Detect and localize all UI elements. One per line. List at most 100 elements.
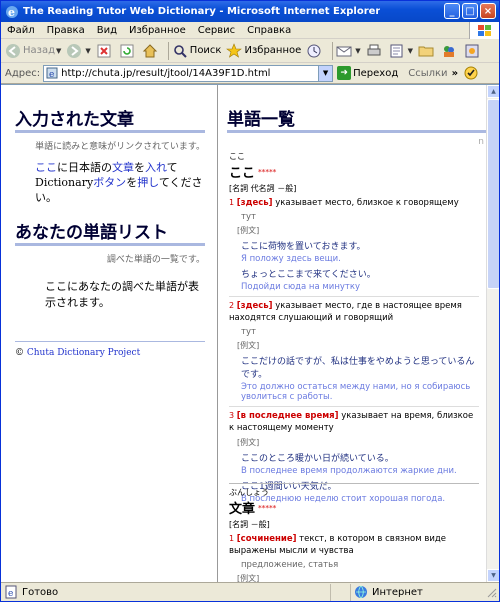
page-content: 入力された文章 単語に読みと意味がリンクされています。 ここに日本語の文章を入れ… xyxy=(1,84,499,582)
history-button[interactable] xyxy=(306,43,324,59)
right-frame: 単語一覧 n ここ ここ ***** [名詞 代名詞 －般] 1 [здесь] … xyxy=(219,85,486,582)
page-done-icon: e xyxy=(5,585,17,599)
search-icon xyxy=(173,44,187,58)
menu-favorites[interactable]: Избранное xyxy=(123,25,192,36)
input-heading: 入力された文章 xyxy=(15,105,205,133)
norton-icon[interactable] xyxy=(464,66,478,80)
example-translation: В последнее время продолжаются жаркие дн… xyxy=(241,466,457,476)
synonym: тут xyxy=(241,212,256,222)
zone-text: Интернет xyxy=(372,586,423,598)
example-ja: ここに荷物を置いておきます。 xyxy=(241,242,366,252)
back-label: Назад xyxy=(23,45,56,56)
status-text-cell: e Готово xyxy=(1,583,331,601)
status-empty-cell xyxy=(331,583,351,601)
window-title: The Reading Tutor Web Dictionary - Micro… xyxy=(23,6,381,17)
menu-help[interactable]: Справка xyxy=(241,25,297,36)
links-toolbar[interactable]: Ссылки xyxy=(408,68,447,79)
print-button[interactable] xyxy=(366,43,384,59)
back-button[interactable]: Назад ▼ xyxy=(5,43,61,59)
resize-grip-icon[interactable] xyxy=(485,586,497,598)
browser-window: e The Reading Tutor Web Dictionary - Mic… xyxy=(0,0,500,602)
toolbar-separator xyxy=(167,41,169,60)
sense: 1 [сочинение] текст, в котором в связном… xyxy=(229,534,446,556)
dictionary-entry-koko: ここ ここ ***** [名詞 代名詞 －般] 1 [здесь] указыва… xyxy=(229,151,479,504)
mail-button[interactable]: ▼ xyxy=(336,43,361,59)
example-translation: Я положу здесь вещи. xyxy=(241,254,341,264)
title-bar: e The Reading Tutor Web Dictionary - Mic… xyxy=(1,1,499,22)
entry-word: ここ ***** xyxy=(229,166,277,181)
research-button[interactable] xyxy=(464,43,482,59)
printer-icon xyxy=(367,44,381,55)
home-button[interactable] xyxy=(142,43,160,59)
favorites-label: Избранное xyxy=(244,45,302,56)
refresh-button[interactable] xyxy=(119,43,137,59)
example-label: [例文] xyxy=(237,574,260,582)
svg-text:e: e xyxy=(8,6,15,19)
sense: 3 [в последнее время] указывает на время… xyxy=(229,411,474,433)
search-button[interactable]: Поиск xyxy=(172,43,222,59)
frequency-stars: ***** xyxy=(258,503,277,512)
toolbar: Назад ▼ ▼ Поиск Избранное ▼ ▼ xyxy=(1,39,499,63)
messenger-button[interactable] xyxy=(441,43,459,59)
forward-button[interactable]: ▼ xyxy=(66,43,91,59)
chuta-project-link[interactable]: Chuta Dictionary Project xyxy=(27,348,140,358)
forward-arrow-icon xyxy=(67,43,82,58)
go-arrow-icon: ➜ xyxy=(337,66,352,80)
star-icon xyxy=(226,42,243,58)
word-list-heading: あなたの単語リスト xyxy=(15,218,205,246)
word-link[interactable]: 入れ xyxy=(145,161,167,174)
close-button[interactable]: × xyxy=(480,3,496,19)
word-link[interactable]: 文章 xyxy=(112,161,134,174)
entry-reading: ぶんしょう xyxy=(229,488,269,497)
vertical-scrollbar[interactable]: ▲ ▼ xyxy=(486,85,499,582)
menu-tools[interactable]: Сервис xyxy=(192,25,241,36)
entry-pos: [名詞 －般] xyxy=(229,520,270,529)
example-translation: Это должно остаться между нами, но я соб… xyxy=(241,382,471,402)
example-label: [例文] xyxy=(237,438,260,447)
history-icon xyxy=(307,44,321,57)
word-list-section: あなたの単語リスト 調べた単語の一覧です。 ここにあなたの調べた単語が表示されま… xyxy=(15,218,205,311)
input-section: 入力された文章 単語に読みと意味がリンクされています。 ここに日本語の文章を入れ… xyxy=(15,105,205,205)
menu-view[interactable]: Вид xyxy=(91,25,123,36)
synonym: предложение, статья xyxy=(241,560,339,570)
menu-bar: Файл Правка Вид Избранное Сервис Справка xyxy=(1,22,499,39)
zone-cell: Интернет xyxy=(351,584,471,601)
example-label: [例文] xyxy=(237,226,260,235)
stop-button[interactable] xyxy=(96,43,114,59)
address-dropdown[interactable]: ▼ xyxy=(318,65,333,81)
entry-reading: ここ xyxy=(229,152,245,161)
left-frame: 入力された文章 単語に読みと意味がリンクされています。 ここに日本語の文章を入れ… xyxy=(1,85,218,582)
search-label: Поиск xyxy=(189,45,222,56)
word-link[interactable]: ボタン xyxy=(93,176,126,189)
word-link[interactable]: 押し xyxy=(137,176,159,189)
more-chevron-icon[interactable]: » xyxy=(452,68,458,79)
address-input[interactable]: e http://chuta.jp/result/jtool/14A39F1D.… xyxy=(43,64,334,82)
word-list-title: 単語一覧 xyxy=(227,105,486,133)
go-button[interactable]: ➜ Переход xyxy=(337,66,398,80)
sense-divider xyxy=(229,406,479,407)
menu-file[interactable]: Файл xyxy=(1,25,41,36)
minimize-button[interactable]: _ xyxy=(444,3,460,19)
menu-edit[interactable]: Правка xyxy=(41,25,91,36)
scroll-up-button[interactable]: ▲ xyxy=(487,85,499,98)
back-arrow-icon xyxy=(6,43,20,58)
favorites-button[interactable]: Избранное xyxy=(226,42,302,59)
svg-text:e: e xyxy=(8,589,13,599)
synonym: тут xyxy=(241,327,256,337)
edit-button[interactable]: ▼ xyxy=(389,43,413,59)
input-text: ここに日本語の文章を入れて Dictionaryボタンを押してください。 xyxy=(35,161,203,204)
folder-icon xyxy=(418,46,434,56)
scroll-thumb[interactable] xyxy=(487,99,499,289)
word-link[interactable]: ここ xyxy=(35,161,57,174)
discuss-button[interactable] xyxy=(418,43,436,59)
sense-divider xyxy=(229,296,479,297)
word-list-header: 単語一覧 xyxy=(227,105,486,133)
example-label: [例文] xyxy=(237,341,260,350)
example-translation: Подойди сюда на минутку xyxy=(241,282,361,292)
maximize-button[interactable]: □ xyxy=(462,3,478,19)
word-list-subtext: 調べた単語の一覧です。 xyxy=(106,255,205,265)
address-label: Адрес: xyxy=(5,67,41,79)
scroll-down-button[interactable]: ▼ xyxy=(487,569,499,582)
entry-word: 文章 ***** xyxy=(229,502,277,517)
frequency-stars: ***** xyxy=(258,167,277,176)
